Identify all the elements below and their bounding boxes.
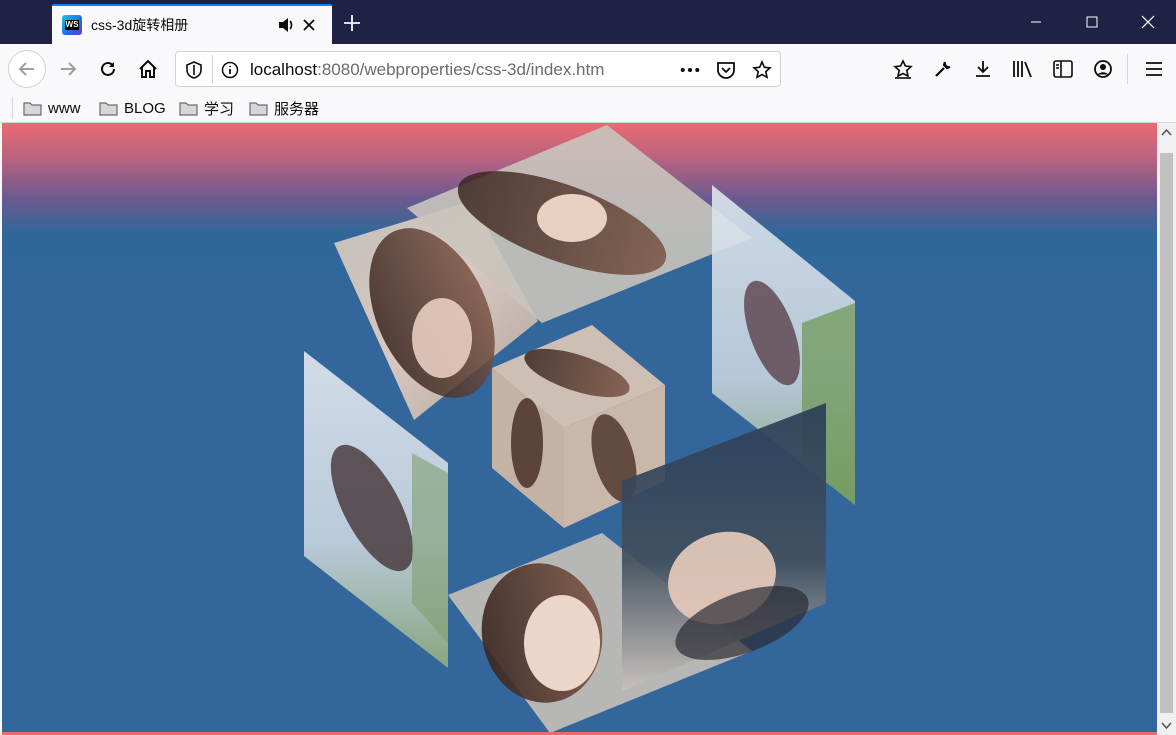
pocket-icon[interactable] <box>716 60 736 80</box>
reload-icon <box>101 61 115 76</box>
bookmark-label: 学习 <box>204 100 235 118</box>
more-icon[interactable] <box>680 60 700 80</box>
reload-button[interactable] <box>90 51 126 87</box>
maximize-button[interactable] <box>1064 0 1120 44</box>
scrollbar-thumb[interactable] <box>1160 153 1173 713</box>
toolbar-separator <box>1127 54 1128 84</box>
close-icon <box>1141 15 1155 29</box>
menu-icon <box>1146 62 1162 76</box>
sidebar-button[interactable] <box>1045 51 1081 87</box>
wrench-button[interactable] <box>925 51 961 87</box>
download-button[interactable] <box>965 51 1001 87</box>
minimize-icon <box>1031 21 1041 23</box>
forward-button[interactable] <box>50 51 86 87</box>
folder-icon <box>179 101 198 116</box>
bookmark-star-button[interactable] <box>885 51 921 87</box>
tab-title: css-3d旋转相册 <box>91 17 189 33</box>
sidebar-icon <box>1053 60 1073 78</box>
bookmark-label: 服务器 <box>274 100 320 118</box>
webstorm-favicon-icon: WS <box>62 15 82 35</box>
speaker-icon[interactable] <box>277 16 295 34</box>
bookmark-folder-server[interactable]: 服务器 <box>249 97 319 119</box>
close-window-button[interactable] <box>1120 0 1176 44</box>
back-icon <box>18 62 34 76</box>
chevron-up-icon[interactable] <box>1161 127 1172 138</box>
navigation-toolbar: localhost:8080/webproperties/css-3d/inde… <box>0 44 1176 94</box>
close-icon[interactable] <box>301 17 317 33</box>
plus-icon[interactable] <box>340 11 364 35</box>
bookmark-folder-www[interactable]: www <box>23 97 81 119</box>
chevron-down-icon[interactable] <box>1161 720 1172 731</box>
library-icon <box>1013 61 1032 78</box>
home-icon <box>139 59 157 78</box>
url-bar[interactable]: localhost:8080/webproperties/css-3d/inde… <box>175 51 781 87</box>
maximize-icon <box>1086 16 1098 28</box>
bookmark-star-icon <box>893 59 913 79</box>
shield-icon[interactable] <box>184 60 204 80</box>
folder-icon <box>23 101 42 116</box>
minimize-button[interactable] <box>1008 0 1064 44</box>
photo-cube <box>304 125 855 733</box>
forward-icon <box>61 62 77 76</box>
home-button[interactable] <box>130 51 166 87</box>
star-icon[interactable] <box>752 60 772 80</box>
bookmark-folder-study[interactable]: 学习 <box>179 97 234 119</box>
vertical-scrollbar[interactable] <box>1157 123 1176 735</box>
favicon-label: WS <box>64 20 80 30</box>
back-button[interactable] <box>8 50 46 88</box>
bookmarks-toolbar: www BLOG 学习 服务器 <box>0 94 1176 123</box>
account-icon <box>1094 60 1112 78</box>
url-host: localhost <box>250 60 318 79</box>
bookmarks-separator <box>12 97 13 119</box>
library-button[interactable] <box>1005 51 1041 87</box>
page-content <box>2 123 1157 735</box>
folder-icon <box>99 101 118 116</box>
account-button[interactable] <box>1085 51 1121 87</box>
tab-active[interactable]: WS css-3d旋转相册 <box>52 4 332 44</box>
wrench-icon <box>935 61 951 77</box>
bookmark-folder-blog[interactable]: BLOG <box>99 97 166 119</box>
url-text[interactable]: localhost:8080/webproperties/css-3d/inde… <box>250 60 640 80</box>
download-icon <box>976 61 990 77</box>
menu-button[interactable] <box>1136 51 1172 87</box>
info-icon[interactable] <box>220 60 240 80</box>
bookmark-label: BLOG <box>124 99 166 117</box>
folder-icon <box>249 101 268 116</box>
tab-strip: WS css-3d旋转相册 <box>0 0 1176 44</box>
bookmark-label: www <box>48 99 81 117</box>
url-path: :8080/webproperties/css-3d/index.htm <box>317 60 605 79</box>
